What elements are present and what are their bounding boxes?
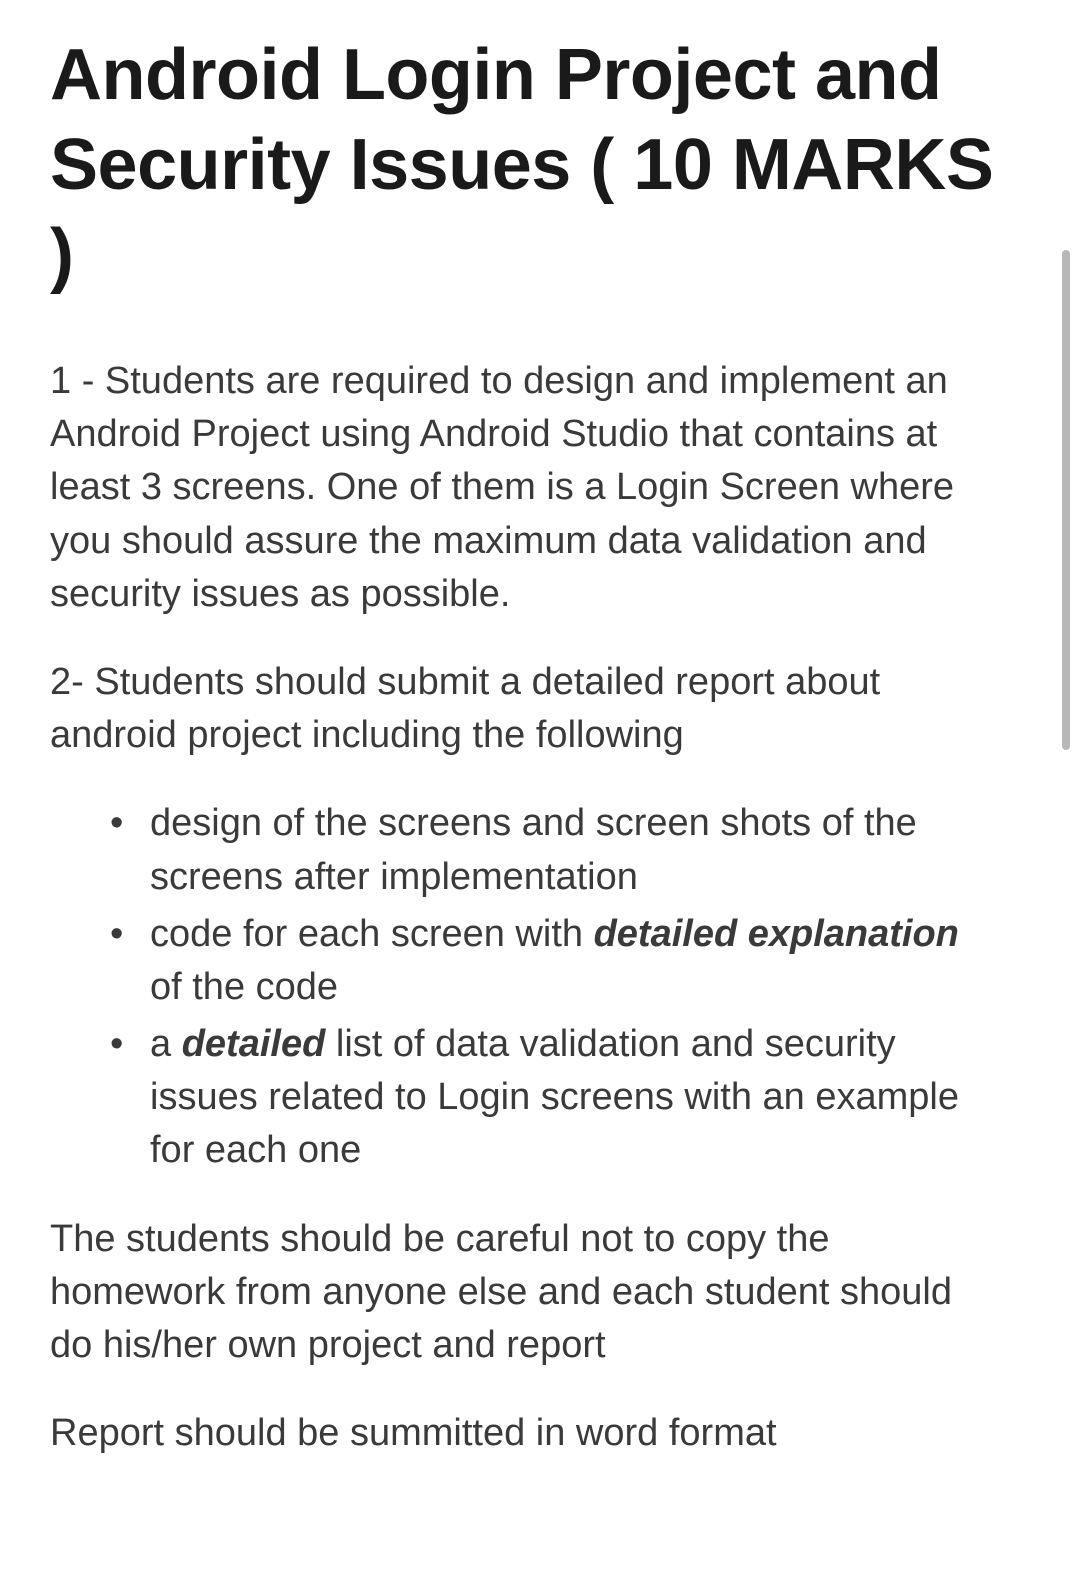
list-item-text-post: of the code <box>150 966 338 1008</box>
list-item: a detailed list of data validation and s… <box>110 1018 1000 1178</box>
list-item-emphasis: detailed explanation <box>594 913 959 955</box>
list-item: design of the screens and screen shots o… <box>110 797 1000 903</box>
page-title: Android Login Project and Security Issue… <box>50 30 1000 300</box>
paragraph-4: Report should be summitted in word forma… <box>50 1407 1000 1460</box>
list-item: code for each screen with detailed expla… <box>110 908 1000 1014</box>
list-item-emphasis: detailed <box>182 1023 326 1065</box>
list-item-text-pre: a <box>150 1023 182 1065</box>
document-body: Android Login Project and Security Issue… <box>0 0 1050 1535</box>
list-item-text-pre: code for each screen with <box>150 913 594 955</box>
paragraph-3: The students should be careful not to co… <box>50 1213 1000 1373</box>
paragraph-2: 2- Students should submit a detailed rep… <box>50 656 1000 762</box>
paragraph-1: 1 - Students are required to design and … <box>50 355 1000 621</box>
bullet-list: design of the screens and screen shots o… <box>50 797 1000 1177</box>
list-item-text: design of the screens and screen shots o… <box>150 802 917 897</box>
scrollbar-thumb[interactable] <box>1062 250 1070 750</box>
